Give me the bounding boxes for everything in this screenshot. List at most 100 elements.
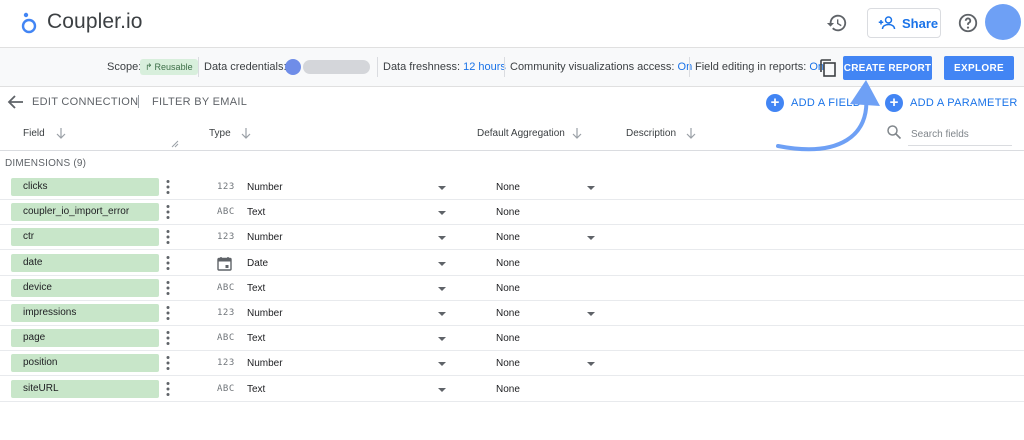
header-divider — [0, 150, 1024, 151]
aggregation-value: None — [496, 333, 520, 345]
field-type-value[interactable]: Number — [247, 358, 283, 369]
sort-arrow-icon[interactable] — [686, 127, 696, 139]
field-type-value[interactable]: Text — [247, 207, 265, 218]
field-name-chip[interactable]: siteURL — [11, 379, 159, 398]
copy-icon[interactable] — [819, 58, 837, 78]
add-parameter-button[interactable]: ADD A PARAMETER — [910, 97, 1018, 109]
field-type-value[interactable]: Number — [247, 232, 283, 243]
field-name-chip[interactable]: coupler_io_import_error — [11, 203, 159, 222]
coupler-logo-icon — [21, 12, 37, 34]
more-options-icon[interactable] — [166, 381, 170, 397]
add-field-plus-icon[interactable]: + — [766, 94, 784, 112]
more-options-icon[interactable] — [166, 255, 170, 271]
share-label: Share — [902, 15, 939, 31]
aggregation-dropdown-caret-icon[interactable] — [587, 362, 595, 367]
aggregation-dropdown-caret-icon[interactable] — [587, 236, 595, 241]
aggregation-dropdown-caret-icon[interactable] — [587, 312, 595, 316]
field-name-chip[interactable]: device — [11, 278, 159, 297]
field-type-value[interactable]: Date — [247, 258, 268, 269]
column-header-field[interactable]: Field — [23, 128, 45, 139]
more-options-icon[interactable] — [166, 305, 170, 321]
user-avatar[interactable] — [985, 4, 1021, 40]
community-viz-value[interactable]: On — [678, 61, 693, 73]
help-icon[interactable] — [957, 12, 979, 34]
more-options-icon[interactable] — [166, 229, 170, 245]
table-row: clicks 123 Number None — [0, 175, 1024, 200]
type-dropdown-caret-icon[interactable] — [438, 387, 446, 392]
type-dropdown-caret-icon[interactable] — [438, 261, 446, 266]
aggregation-value[interactable]: None — [496, 358, 520, 369]
field-name-chip[interactable]: ctr — [11, 228, 159, 247]
number-type-icon: 123 — [217, 182, 235, 192]
more-options-icon[interactable] — [166, 179, 170, 195]
field-type-value[interactable]: Text — [247, 333, 265, 344]
text-type-icon: ABC — [217, 383, 235, 394]
share-button[interactable]: Share — [867, 8, 941, 38]
column-header-type[interactable]: Type — [209, 128, 231, 139]
more-options-icon[interactable] — [166, 355, 170, 371]
field-type-value[interactable]: Text — [247, 283, 265, 294]
freshness-value[interactable]: 12 hours — [463, 61, 506, 73]
field-type-value[interactable]: Number — [247, 308, 283, 319]
app-title: Coupler.io — [47, 10, 143, 33]
field-name-chip[interactable]: impressions — [11, 304, 159, 322]
field-type-value[interactable]: Text — [247, 384, 265, 395]
divider — [377, 57, 378, 77]
sort-arrow-icon[interactable] — [572, 127, 582, 139]
divider — [504, 57, 505, 77]
field-type-value[interactable]: Number — [247, 182, 283, 193]
aggregation-value[interactable]: None — [496, 182, 520, 193]
aggregation-value: None — [496, 383, 520, 395]
type-dropdown-caret-icon[interactable] — [438, 186, 446, 190]
filter-by-email-link[interactable]: FILTER BY EMAIL — [152, 96, 247, 108]
more-options-icon[interactable] — [166, 330, 170, 346]
sort-arrow-icon[interactable] — [241, 127, 251, 139]
datasource-info-bar: Scope: ↱ Reusable Data credentials: Data… — [0, 47, 1024, 87]
credentials-avatar[interactable] — [285, 59, 301, 75]
divider — [689, 57, 690, 77]
field-name-chip[interactable]: clicks — [11, 178, 159, 196]
field-name-chip[interactable]: date — [11, 253, 159, 272]
column-header-default-aggregation[interactable]: Default Aggregation — [477, 128, 565, 139]
more-options-icon[interactable] — [166, 280, 170, 296]
scope-badge: ↱ Reusable — [140, 59, 198, 75]
add-field-button[interactable]: ADD A FIELD — [791, 97, 861, 109]
back-arrow-icon[interactable] — [7, 94, 25, 110]
field-name-chip[interactable]: page — [11, 329, 159, 348]
aggregation-value[interactable]: None — [496, 232, 520, 243]
community-viz-label-text: Community visualizations access: — [510, 61, 675, 73]
table-row: ctr 123 Number None — [0, 225, 1024, 251]
scope-label: Scope: — [107, 61, 142, 73]
aggregation-dropdown-caret-icon[interactable] — [587, 186, 595, 190]
type-dropdown-caret-icon[interactable] — [438, 286, 446, 291]
aggregation-value[interactable]: None — [496, 308, 520, 319]
type-dropdown-caret-icon[interactable] — [438, 211, 446, 216]
version-history-icon[interactable] — [826, 12, 848, 34]
credentials-owner-redacted[interactable] — [303, 60, 370, 74]
edit-connection-link[interactable]: EDIT CONNECTION — [32, 96, 138, 108]
create-report-button[interactable]: CREATE REPORT — [843, 56, 932, 80]
explore-button[interactable]: EXPLORE — [944, 56, 1014, 80]
type-dropdown-caret-icon[interactable] — [438, 337, 446, 342]
table-row: device ABC Text None — [0, 276, 1024, 301]
type-dropdown-caret-icon[interactable] — [438, 236, 446, 241]
type-dropdown-caret-icon[interactable] — [438, 362, 446, 367]
table-row: date Date None — [0, 251, 1024, 276]
scope-badge-label: Reusable — [154, 62, 193, 72]
column-resize-icon[interactable] — [171, 140, 179, 148]
search-fields-input[interactable] — [908, 124, 1012, 146]
field-name-chip[interactable]: position — [11, 354, 159, 373]
calendar-icon — [217, 256, 232, 271]
share-arrow-icon: ↱ — [145, 61, 153, 72]
number-type-icon: 123 — [217, 232, 235, 243]
column-header-description[interactable]: Description — [626, 128, 676, 139]
add-parameter-plus-icon[interactable]: + — [885, 94, 903, 112]
number-type-icon: 123 — [217, 358, 235, 369]
freshness-label-text: Data freshness: — [383, 61, 461, 73]
type-dropdown-caret-icon[interactable] — [438, 312, 446, 316]
table-row: coupler_io_import_error ABC Text None — [0, 200, 1024, 226]
sort-arrow-icon[interactable] — [56, 127, 66, 139]
more-options-icon[interactable] — [166, 204, 170, 220]
table-row: page ABC Text None — [0, 326, 1024, 352]
search-icon — [887, 125, 902, 140]
